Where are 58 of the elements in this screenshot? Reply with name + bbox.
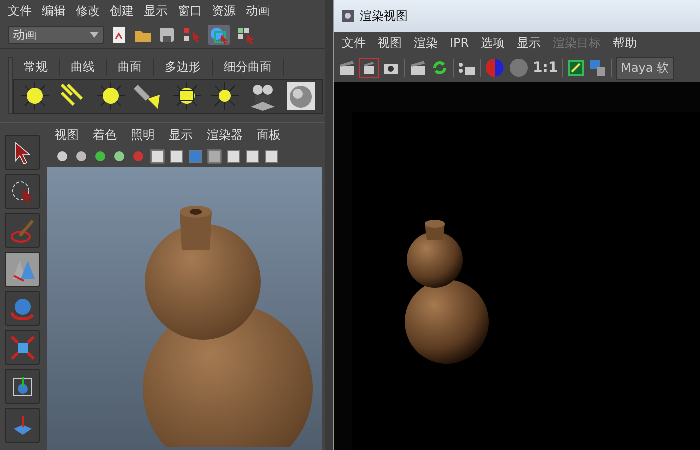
keep-image-icon[interactable] [567,59,586,77]
menu-item[interactable]: 显示 [517,34,542,52]
volume-light-icon[interactable] [210,81,240,112]
shelf-tab[interactable]: 多边形 [154,59,213,76]
shelf-tab[interactable]: 曲线 [60,59,107,76]
new-scene-icon[interactable] [110,26,128,44]
move-tool[interactable] [5,252,40,287]
rotate-tool[interactable] [5,291,40,326]
paint-brush-tool[interactable] [5,213,40,248]
menu-item[interactable]: IPR [450,36,470,50]
menu-item[interactable]: 编辑 [42,3,66,20]
save-icon[interactable] [158,26,176,44]
manipulator-tool[interactable] [5,369,40,404]
point-light-icon[interactable] [96,81,126,112]
select-component-icon[interactable] [236,26,256,44]
select-arrow-tool[interactable] [5,135,40,170]
select-object-icon[interactable] [208,25,230,46]
caret-icon [90,32,99,38]
scale-tool[interactable] [5,330,40,365]
lasso-tool[interactable] [5,174,40,209]
app-icon [342,10,354,22]
menu-item[interactable]: 显示 [144,3,168,20]
soft-mod-tool[interactable] [5,408,40,443]
refresh-icon[interactable] [431,59,449,77]
panel-menu-item[interactable]: 着色 [93,126,117,144]
select-hierarchy-icon[interactable] [182,26,202,44]
menu-item[interactable]: 修改 [76,3,100,20]
remove-image-icon[interactable] [589,59,608,77]
panel-menu-item[interactable]: 渲染器 [207,126,243,144]
menu-item[interactable]: 选项 [481,34,506,52]
menu-item[interactable]: 帮助 [613,34,638,52]
window-title: 渲染视图 [360,8,408,24]
panel-menu-item[interactable]: 面板 [257,126,281,144]
panel-menu-item[interactable]: 照明 [131,126,155,144]
sun-light-icon[interactable] [20,81,50,112]
area-light-icon[interactable] [172,81,202,112]
menu-item[interactable]: 文件 [8,3,32,20]
menu-item[interactable]: 视图 [378,34,402,52]
lasso-icon [10,178,36,204]
menu-item[interactable]: 资源 [212,3,236,20]
menu-item[interactable]: 创建 [110,3,134,20]
mode-dropdown[interactable]: 动画 [8,26,104,44]
panel-menu-item[interactable]: 视图 [55,126,79,144]
shelf-tab[interactable]: 常规 [13,59,60,76]
scale-icon [10,334,36,360]
menu-item[interactable]: 窗口 [178,3,202,20]
ipr-clapper-icon[interactable] [409,59,427,77]
menu-item[interactable]: 动画 [246,3,270,20]
shelf-tab[interactable]: 曲面 [107,59,154,76]
menu-item[interactable]: 渲染 [414,34,438,52]
shelf-tab[interactable]: 细分曲面 [213,59,284,76]
paint-brush-icon [10,218,36,244]
clapper-icon[interactable] [338,59,356,77]
renderer-dropdown[interactable]: Maya 软 [616,56,674,80]
menu-item[interactable]: 文件 [342,34,366,52]
clapper-region-icon[interactable] [360,59,378,77]
panel-menu-item[interactable]: 显示 [169,126,193,144]
real-size-button[interactable]: 1:1 [533,60,558,76]
